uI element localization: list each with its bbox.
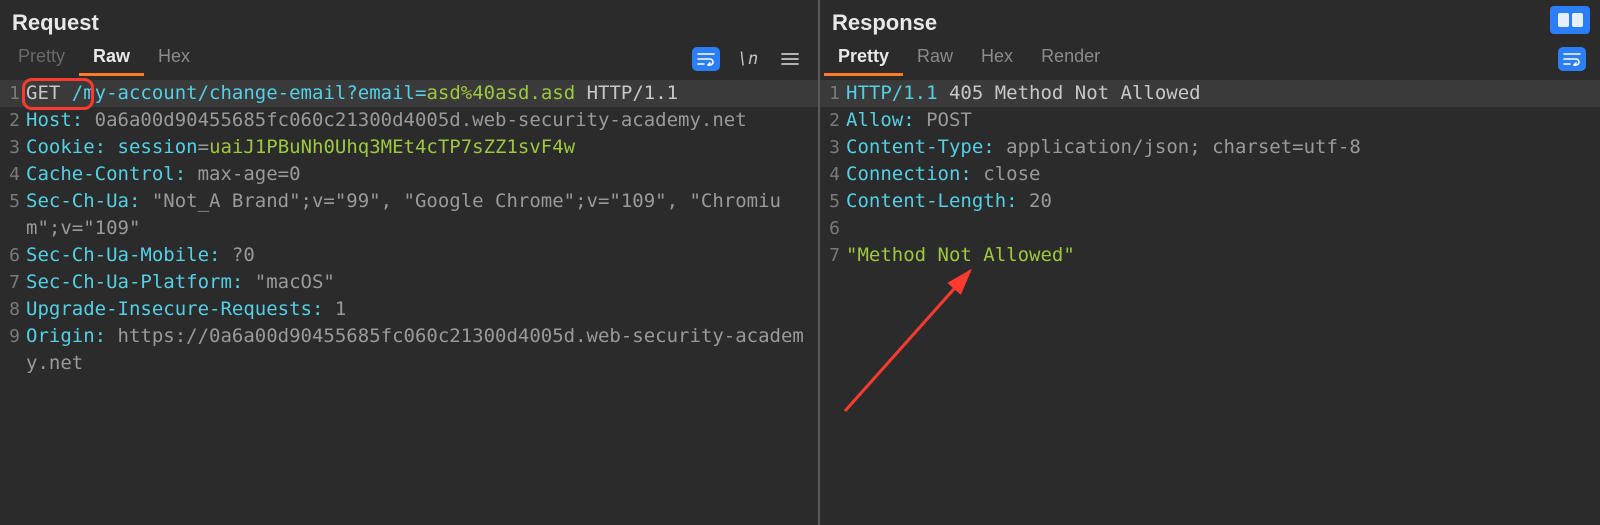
code-line[interactable]: 2Allow: POST <box>820 107 1600 134</box>
layout-toggle-button[interactable] <box>1550 6 1590 34</box>
code-text[interactable]: Origin: https://0a6a00d90455685fc060c213… <box>26 323 804 377</box>
line-number: 1 <box>0 80 26 107</box>
code-line[interactable]: 2Host: 0a6a00d90455685fc060c21300d4005d.… <box>0 107 818 134</box>
request-tabs: PrettyRawHex <box>4 42 204 76</box>
response-tab-hex[interactable]: Hex <box>967 42 1027 76</box>
code-line[interactable]: 3Cookie: session=uaiJ1PBuNh0Uhq3MEt4cTP7… <box>0 134 818 161</box>
code-line[interactable]: 7"Method Not Allowed" <box>820 242 1600 269</box>
request-actions: \n <box>692 47 810 71</box>
code-text[interactable]: Upgrade-Insecure-Requests: 1 <box>26 296 804 323</box>
line-number: 2 <box>0 107 26 134</box>
code-text[interactable]: Content-Type: application/json; charset=… <box>846 134 1586 161</box>
show-nonprintable-icon[interactable]: \n <box>734 47 762 71</box>
line-number: 6 <box>820 215 846 242</box>
response-panel: Response PrettyRawHexRender 1HTTP/1.1 40… <box>820 0 1600 525</box>
line-number: 7 <box>820 242 846 269</box>
code-line[interactable]: 3Content-Type: application/json; charset… <box>820 134 1600 161</box>
response-tab-pretty[interactable]: Pretty <box>824 42 903 76</box>
response-tab-render[interactable]: Render <box>1027 42 1114 76</box>
response-tabs: PrettyRawHexRender <box>824 42 1114 76</box>
code-text[interactable]: "Method Not Allowed" <box>846 242 1586 269</box>
code-text[interactable]: Sec-Ch-Ua: "Not_A Brand";v="99", "Google… <box>26 188 804 242</box>
response-tabs-row: PrettyRawHexRender <box>820 42 1600 76</box>
line-number: 3 <box>820 134 846 161</box>
response-actions <box>1558 47 1592 71</box>
line-number: 7 <box>0 269 26 296</box>
code-line[interactable]: 4Cache-Control: max-age=0 <box>0 161 818 188</box>
line-number: 6 <box>0 242 26 269</box>
line-number: 4 <box>0 161 26 188</box>
line-number: 5 <box>0 188 26 215</box>
request-panel: Request PrettyRawHex \n 1GET /my-account… <box>0 0 820 525</box>
code-text[interactable]: Cookie: session=uaiJ1PBuNh0Uhq3MEt4cTP7s… <box>26 134 804 161</box>
code-line[interactable]: 5Sec-Ch-Ua: "Not_A Brand";v="99", "Googl… <box>0 188 818 242</box>
line-number: 9 <box>0 323 26 350</box>
code-line[interactable]: 6Sec-Ch-Ua-Mobile: ?0 <box>0 242 818 269</box>
annotation-arrow <box>840 256 1000 416</box>
line-number: 1 <box>820 80 846 107</box>
code-text[interactable]: Connection: close <box>846 161 1586 188</box>
code-line[interactable]: 5Content-Length: 20 <box>820 188 1600 215</box>
line-number: 3 <box>0 134 26 161</box>
code-line[interactable]: 4Connection: close <box>820 161 1600 188</box>
request-tab-raw[interactable]: Raw <box>79 42 144 76</box>
code-line[interactable]: 9Origin: https://0a6a00d90455685fc060c21… <box>0 323 818 377</box>
request-editor[interactable]: 1GET /my-account/change-email?email=asd%… <box>0 76 818 525</box>
code-text[interactable]: Sec-Ch-Ua-Mobile: ?0 <box>26 242 804 269</box>
response-editor[interactable]: 1HTTP/1.1 405 Method Not Allowed2Allow: … <box>820 76 1600 525</box>
code-text[interactable]: Sec-Ch-Ua-Platform: "macOS" <box>26 269 804 296</box>
code-text[interactable] <box>846 215 1586 242</box>
hamburger-icon[interactable] <box>776 47 804 71</box>
wrap-lines-icon[interactable] <box>692 47 720 71</box>
request-tab-pretty[interactable]: Pretty <box>4 42 79 76</box>
request-tabs-row: PrettyRawHex \n <box>0 42 818 76</box>
code-line[interactable]: 1HTTP/1.1 405 Method Not Allowed <box>820 80 1600 107</box>
line-number: 2 <box>820 107 846 134</box>
code-text[interactable]: HTTP/1.1 405 Method Not Allowed <box>846 80 1586 107</box>
code-line[interactable]: 7Sec-Ch-Ua-Platform: "macOS" <box>0 269 818 296</box>
line-number: 8 <box>0 296 26 323</box>
code-text[interactable]: Host: 0a6a00d90455685fc060c21300d4005d.w… <box>26 107 804 134</box>
request-tab-hex[interactable]: Hex <box>144 42 204 76</box>
code-line[interactable]: 8Upgrade-Insecure-Requests: 1 <box>0 296 818 323</box>
code-text[interactable]: GET /my-account/change-email?email=asd%4… <box>26 80 804 107</box>
response-title: Response <box>820 0 1600 42</box>
wrap-lines-icon[interactable] <box>1558 47 1586 71</box>
response-tab-raw[interactable]: Raw <box>903 42 967 76</box>
app-root: Request PrettyRawHex \n 1GET /my-account… <box>0 0 1600 525</box>
request-title: Request <box>0 0 818 42</box>
line-number: 5 <box>820 188 846 215</box>
line-number: 4 <box>820 161 846 188</box>
code-line[interactable]: 1GET /my-account/change-email?email=asd%… <box>0 80 818 107</box>
code-text[interactable]: Cache-Control: max-age=0 <box>26 161 804 188</box>
code-text[interactable]: Allow: POST <box>846 107 1586 134</box>
code-line[interactable]: 6 <box>820 215 1600 242</box>
code-text[interactable]: Content-Length: 20 <box>846 188 1586 215</box>
